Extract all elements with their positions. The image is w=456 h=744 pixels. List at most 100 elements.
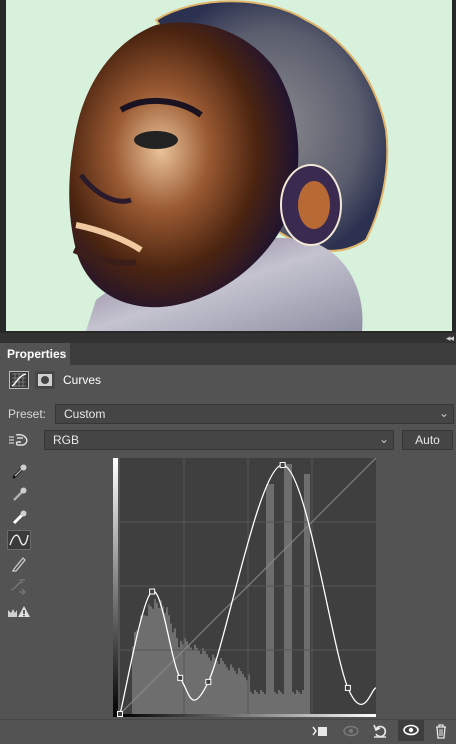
smooth-curve-icon bbox=[7, 576, 31, 596]
histogram-bin bbox=[152, 608, 154, 714]
histogram-bin bbox=[230, 664, 232, 714]
histogram-bin bbox=[244, 677, 246, 714]
histogram-bin bbox=[276, 694, 278, 714]
histogram-bin bbox=[250, 692, 252, 714]
histogram-bin bbox=[272, 484, 274, 714]
histogram-bin bbox=[200, 654, 202, 714]
histogram-bin bbox=[228, 670, 230, 714]
curve-point[interactable] bbox=[149, 588, 156, 595]
portrait-image bbox=[6, 0, 452, 331]
histogram-bin bbox=[236, 673, 238, 714]
histogram-bin bbox=[194, 644, 196, 714]
histogram-bin bbox=[216, 660, 218, 714]
clipping-warning-icon[interactable] bbox=[7, 601, 31, 621]
histogram-bin bbox=[262, 692, 264, 714]
chevron-down-icon: ⌄ bbox=[378, 432, 389, 446]
histogram-bin bbox=[140, 615, 142, 714]
panel-collapse-strip: ◂◂ bbox=[0, 333, 456, 343]
histogram-bin bbox=[308, 474, 310, 714]
histogram-bin bbox=[210, 660, 212, 714]
panel-tabbar: Properties bbox=[0, 343, 456, 365]
histogram-bin bbox=[172, 632, 174, 714]
histogram-bin bbox=[188, 644, 190, 714]
document-canvas[interactable] bbox=[0, 0, 456, 333]
preset-label: Preset: bbox=[8, 407, 47, 421]
histogram-bin bbox=[208, 657, 210, 714]
reset-adjustments-icon[interactable] bbox=[371, 723, 389, 739]
histogram-bin bbox=[218, 663, 220, 714]
white-point-eyedropper-icon[interactable] bbox=[7, 506, 31, 526]
histogram-bin bbox=[196, 647, 198, 714]
histogram-bin bbox=[150, 606, 152, 714]
histogram-bin bbox=[252, 694, 254, 714]
histogram-bin bbox=[158, 607, 160, 714]
histogram-bin bbox=[242, 674, 244, 714]
histogram-bin bbox=[260, 690, 262, 714]
curves-graph[interactable] bbox=[113, 457, 377, 717]
layer-mask-icon[interactable] bbox=[35, 371, 55, 389]
preset-dropdown[interactable]: Custom ⌄ bbox=[55, 404, 454, 424]
histogram-bin bbox=[284, 464, 286, 714]
histogram-bin bbox=[198, 650, 200, 714]
collapse-panel-icon[interactable]: ◂◂ bbox=[446, 333, 454, 343]
histogram-bin bbox=[144, 615, 146, 714]
black-point-eyedropper-icon[interactable] bbox=[7, 460, 31, 480]
target-adjust-hand-icon[interactable] bbox=[8, 432, 30, 448]
preset-value: Custom bbox=[64, 407, 106, 421]
auto-button[interactable]: Auto bbox=[402, 430, 453, 450]
histogram-bin bbox=[142, 615, 144, 714]
curve-point[interactable] bbox=[205, 678, 212, 685]
histogram-bin bbox=[240, 671, 242, 714]
tab-properties[interactable]: Properties bbox=[0, 343, 70, 365]
clip-to-layer-icon[interactable] bbox=[311, 723, 329, 739]
curve-point[interactable] bbox=[117, 711, 123, 717]
histogram-bin bbox=[300, 694, 302, 714]
curve-point[interactable] bbox=[177, 674, 184, 681]
histogram-bin bbox=[256, 692, 258, 714]
histogram-bin bbox=[302, 690, 304, 714]
gray-point-eyedropper-icon[interactable] bbox=[7, 483, 31, 503]
histogram-bin bbox=[286, 464, 288, 714]
visibility-eye-icon bbox=[403, 724, 419, 736]
visibility-toggle[interactable] bbox=[398, 720, 424, 741]
histogram-bin bbox=[306, 474, 308, 714]
histogram-bin bbox=[266, 484, 268, 714]
histogram-bin bbox=[164, 613, 166, 714]
curve-points-icon[interactable] bbox=[7, 530, 31, 550]
histogram-bin bbox=[222, 661, 224, 714]
histogram-bin bbox=[274, 692, 276, 714]
histogram-bin bbox=[202, 648, 204, 714]
histogram-bin bbox=[224, 664, 226, 714]
panel-bottom-bar bbox=[0, 719, 456, 741]
channel-value: RGB bbox=[53, 433, 80, 447]
chevron-down-icon: ⌄ bbox=[438, 406, 449, 420]
histogram-bin bbox=[232, 667, 234, 714]
histogram-bin bbox=[288, 464, 290, 714]
histogram-bin bbox=[290, 464, 292, 714]
histogram-bin bbox=[186, 641, 188, 714]
histogram-bin bbox=[234, 670, 236, 714]
adjustment-title: Curves bbox=[63, 373, 102, 387]
histogram-bin bbox=[170, 623, 172, 714]
histogram-bin bbox=[268, 484, 270, 714]
histogram-bin bbox=[160, 600, 162, 714]
histogram-bin bbox=[192, 650, 194, 714]
curves-adjustment-icon[interactable] bbox=[9, 371, 29, 389]
histogram-bin bbox=[264, 694, 266, 714]
histogram-bin bbox=[292, 692, 294, 714]
view-previous-state-icon[interactable] bbox=[342, 723, 360, 739]
pencil-draw-icon[interactable] bbox=[7, 553, 31, 573]
histogram-bin bbox=[258, 694, 260, 714]
histogram-bin bbox=[280, 692, 282, 714]
channel-dropdown[interactable]: RGB ⌄ bbox=[44, 430, 394, 450]
histogram-bin bbox=[154, 599, 156, 714]
delete-icon[interactable] bbox=[432, 723, 450, 739]
histogram-bin bbox=[270, 484, 272, 714]
histogram-bin bbox=[238, 667, 240, 714]
histogram-bin bbox=[146, 616, 148, 714]
histogram-bin bbox=[166, 607, 168, 714]
properties-header: Curves bbox=[0, 365, 456, 397]
curve-point[interactable] bbox=[344, 684, 351, 691]
curve-point[interactable] bbox=[279, 462, 286, 469]
histogram-bin bbox=[294, 694, 296, 714]
